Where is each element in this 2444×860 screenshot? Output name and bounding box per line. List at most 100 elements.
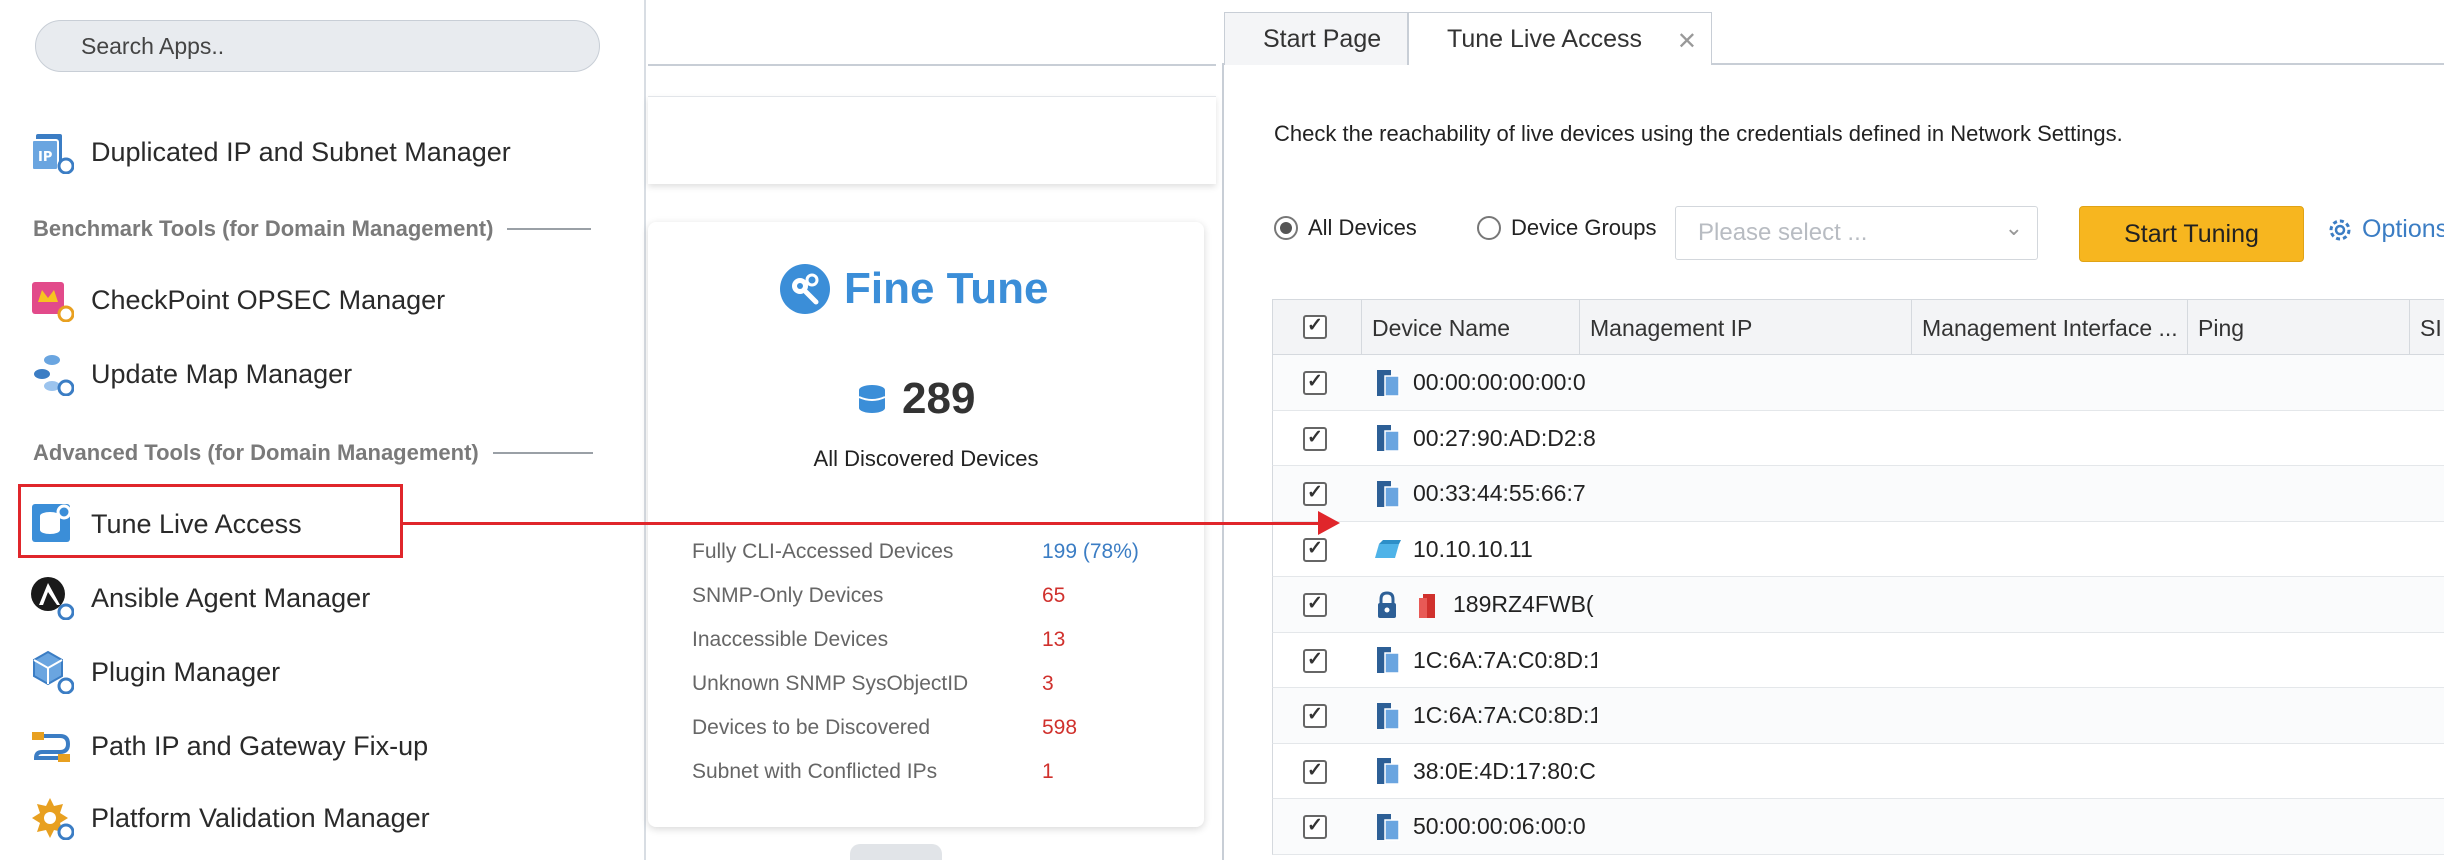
column-header-next[interactable]: SI [2409, 300, 2444, 356]
scroll-handle[interactable] [850, 844, 942, 860]
stat-value[interactable]: 199 (78%) [1042, 540, 1139, 564]
switch-icon [1373, 756, 1401, 786]
row-checkbox[interactable] [1303, 537, 1327, 562]
device-name: 00:33:44:55:66:7 [1413, 480, 1586, 506]
search-box[interactable] [35, 20, 600, 72]
app-label: Platform Validation Manager [91, 802, 430, 833]
stat-row: Inaccessible Devices 13 [692, 622, 1172, 658]
section-divider [492, 452, 593, 454]
device-table: Device Name Management IP Management Int… [1272, 299, 2444, 855]
switch-icon [1373, 479, 1401, 509]
column-header-device-name[interactable]: Device Name [1361, 300, 1579, 356]
column-header-management-interface[interactable]: Management Interface ... [1911, 300, 2187, 356]
stat-row: Unknown SNMP SysObjectID 3 [692, 666, 1172, 702]
device-name-cell: 00:00:00:00:00:0 [1373, 355, 1597, 410]
stat-value[interactable]: 13 [1042, 628, 1065, 652]
table-row[interactable]: 00:33:44:55:66:7 [1272, 466, 2444, 522]
section-header-advanced: Advanced Tools (for Domain Management) [33, 440, 593, 466]
stat-label: Unknown SNMP SysObjectID [692, 672, 969, 695]
device-count-value: 289 [902, 374, 976, 423]
device-name: 50:00:00:06:00:0 [1413, 813, 1586, 839]
table-row[interactable]: 00:00:00:00:00:0 [1272, 355, 2444, 411]
app-label: Update Map Manager [91, 358, 353, 389]
app-platform-validation[interactable]: Platform Validation Manager [30, 790, 430, 846]
tab-label: Start Page [1263, 24, 1382, 53]
search-input[interactable] [36, 21, 599, 71]
device-name: 189RZ4FWB( [1453, 591, 1594, 617]
switch-icon [1373, 645, 1401, 675]
tab-start-page[interactable]: Start Page [1224, 12, 1408, 65]
table-row[interactable]: 00:27:90:AD:D2:8 [1272, 410, 2444, 466]
column-label: Management Interface ... [1922, 314, 2178, 341]
row-checkbox[interactable] [1303, 592, 1327, 617]
device-name-cell: 1C:6A:7A:C0:8D:1 [1373, 688, 1597, 743]
table-row[interactable]: 189RZ4FWB( [1272, 577, 2444, 633]
table-row[interactable]: 10.10.10.11 [1272, 521, 2444, 577]
stat-row: Subnet with Conflicted IPs 1 [692, 754, 1172, 790]
stat-row: Devices to be Discovered 598 [692, 710, 1172, 746]
column-label: Device Name [1372, 314, 1511, 341]
stat-value[interactable]: 598 [1042, 716, 1077, 740]
dashboard-top-divider [648, 64, 1216, 66]
device-name-cell: 10.10.10.11 [1373, 522, 1597, 577]
stat-row: Fully CLI-Accessed Devices 199 (78%) [692, 534, 1172, 570]
device-name: 00:27:90:AD:D2:8 [1413, 424, 1596, 451]
radio-all-devices[interactable]: All Devices [1274, 215, 1417, 241]
table-row[interactable]: 1C:6A:7A:C0:8D:1 [1272, 632, 2444, 688]
app-update-map[interactable]: Update Map Manager [30, 346, 352, 402]
options-link[interactable]: Options [2326, 215, 2444, 244]
row-checkbox[interactable] [1303, 481, 1327, 506]
device-name-cell: 50:00:00:06:00:0 [1373, 799, 1597, 854]
select-all-checkbox[interactable] [1303, 314, 1327, 339]
device-name-cell: 38:0E:4D:17:80:C [1373, 744, 1597, 799]
path-ip-icon [30, 724, 74, 768]
row-checkbox[interactable] [1303, 426, 1327, 451]
stat-value[interactable]: 3 [1042, 672, 1054, 696]
switch-icon [1373, 812, 1401, 842]
section-title: Advanced Tools (for Domain Management) [33, 440, 479, 465]
row-checkbox[interactable] [1303, 370, 1327, 395]
wan-icon [1373, 534, 1401, 564]
device-name-cell: 00:33:44:55:66:7 [1373, 466, 1597, 521]
app-path-ip[interactable]: Path IP and Gateway Fix-up [30, 718, 428, 774]
column-header-management-ip[interactable]: Management IP [1579, 300, 1911, 356]
row-checkbox[interactable] [1303, 814, 1327, 839]
table-row[interactable]: 38:0E:4D:17:80:C [1272, 743, 2444, 799]
stat-value[interactable]: 1 [1042, 760, 1054, 784]
tab-tune-live-access[interactable]: Tune Live Access ✕ [1408, 12, 1712, 66]
table-header: Device Name Management IP Management Int… [1272, 299, 2444, 356]
app-checkpoint[interactable]: CheckPoint OPSEC Manager [30, 272, 445, 328]
row-checkbox[interactable] [1303, 648, 1327, 673]
table-row[interactable]: 50:00:00:06:00:0 [1272, 799, 2444, 855]
row-checkbox[interactable] [1303, 703, 1327, 728]
options-label: Options [2362, 215, 2444, 243]
ansible-icon [30, 576, 75, 621]
table-row[interactable]: 1C:6A:7A:C0:8D:1 [1272, 688, 2444, 744]
duplicated-ip-icon: IP [30, 130, 75, 175]
device-name: 10.10.10.11 [1413, 535, 1533, 562]
close-icon[interactable]: ✕ [1677, 27, 1697, 56]
stat-label: Inaccessible Devices [692, 628, 889, 651]
start-tuning-button[interactable]: Start Tuning [2079, 206, 2304, 262]
radio-button[interactable] [1477, 216, 1501, 240]
switch-icon [1373, 423, 1401, 453]
device-name-cell: 00:27:90:AD:D2:8 [1373, 411, 1597, 466]
radio-button[interactable] [1274, 216, 1298, 240]
radio-device-groups[interactable]: Device Groups [1477, 215, 1657, 241]
device-name-cell: 1C:6A:7A:C0:8D:1 [1373, 633, 1597, 688]
column-label: SI [2420, 314, 2442, 341]
stat-label: Devices to be Discovered [692, 716, 931, 739]
app-panel: IP Duplicated IP and Subnet Manager Benc… [0, 0, 646, 860]
app-plugin[interactable]: Plugin Manager [30, 644, 280, 700]
app-ansible[interactable]: Ansible Agent Manager [30, 570, 370, 626]
device-group-select[interactable]: Please select ... ⌄ [1675, 206, 2038, 260]
row-checkbox[interactable] [1303, 759, 1327, 784]
section-divider [507, 228, 592, 230]
column-label: Ping [2198, 314, 2245, 341]
card-title: Fine Tune [780, 264, 1049, 314]
app-duplicated-ip[interactable]: IP Duplicated IP and Subnet Manager [30, 124, 511, 180]
plugin-icon [30, 650, 75, 695]
update-map-icon [30, 352, 75, 397]
stat-value[interactable]: 65 [1042, 584, 1065, 608]
column-header-ping[interactable]: Ping [2187, 300, 2409, 356]
